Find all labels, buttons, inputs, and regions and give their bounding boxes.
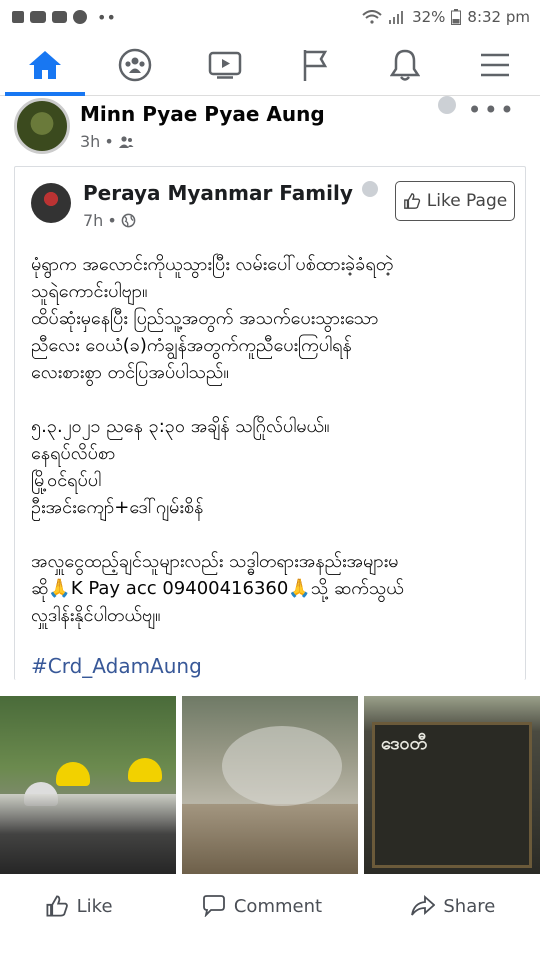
bell-icon	[390, 49, 420, 81]
share-label: Share	[443, 895, 496, 917]
verified-icon	[361, 181, 378, 197]
top-nav	[0, 34, 540, 96]
page-avatar[interactable]	[31, 183, 71, 223]
status-right: 32% 8:32 pm	[362, 8, 530, 26]
tab-notifications[interactable]	[375, 36, 435, 94]
shared-time[interactable]: 7h	[83, 211, 103, 230]
tab-pages[interactable]	[285, 36, 345, 94]
groups-icon	[118, 48, 152, 81]
post-text-paragraph-1: မုံရွာက အလောင်းကိုယူသွားပြီး လမ်းပေါ်ပစ်…	[31, 254, 394, 383]
status-bar: •• 32% 8:32 pm	[0, 0, 540, 34]
youtube-icon	[30, 11, 46, 23]
shared-time-row: 7h •	[83, 211, 378, 230]
thumbs-up-icon	[46, 895, 68, 917]
post-time[interactable]: 3h	[80, 132, 100, 151]
notification-icons: ••	[12, 8, 116, 27]
post-author[interactable]: Minn Pyae Pyae Aung	[80, 102, 325, 126]
shared-post: Peraya Myanmar Family 7h • Like Page မုံ…	[14, 166, 526, 680]
road-shape	[182, 804, 358, 874]
page-name[interactable]: Peraya Myanmar Family	[83, 181, 378, 205]
post-text-paragraph-2: ၅.၃.၂၀၂၁ ညနေ ၃:၃၀ အချိန် သဂြိုလ်ပါမယ်။ န…	[31, 416, 330, 518]
photo-3[interactable]: ဒေဝတီ	[364, 696, 540, 874]
dot-separator: •	[107, 211, 117, 230]
photo-grid: ဒေဝတီ	[0, 696, 540, 874]
friends-icon	[118, 135, 134, 148]
clock: 8:32 pm	[467, 8, 530, 26]
like-page-button[interactable]: Like Page	[395, 181, 515, 221]
post-body: မုံရွာက အလောင်းကိုယူသွားပြီး လမ်းပေါ်ပစ်…	[15, 237, 525, 680]
comment-icon	[202, 895, 225, 917]
flag-icon	[303, 49, 328, 81]
tab-watch[interactable]	[195, 36, 255, 94]
photo-1[interactable]	[0, 696, 176, 874]
like-button[interactable]: Like	[45, 894, 113, 918]
signal-icon	[389, 11, 404, 24]
post-text-paragraph-3: အလှူငွေထည့်ချင်သူများလည်း သဒ္ဓါတရားအနည်း…	[31, 551, 404, 626]
share-icon	[411, 895, 436, 916]
watch-icon	[208, 51, 242, 79]
post-actions: Like Comment Share	[0, 874, 540, 924]
battery-icon	[451, 9, 462, 25]
smoke-shape	[222, 726, 342, 806]
battery-percent: 32%	[412, 8, 446, 26]
shared-post-header: Peraya Myanmar Family 7h • Like Page	[15, 167, 525, 237]
wifi-icon	[362, 10, 382, 24]
dot-separator: •	[104, 132, 114, 151]
tab-groups[interactable]	[105, 36, 165, 94]
more-options-icon[interactable]: •••	[468, 96, 516, 124]
chalkboard: ဒေဝတီ	[372, 722, 532, 868]
page-name-text[interactable]: Peraya Myanmar Family	[83, 181, 353, 205]
more-notifications-icon: ••	[97, 7, 116, 27]
post-meta: Minn Pyae Pyae Aung 3h •	[80, 100, 325, 151]
comment-label: Comment	[233, 895, 323, 917]
photo-2[interactable]	[182, 696, 358, 874]
hashtag-link[interactable]: #Crd_AdamAung	[31, 653, 509, 680]
menu-icon	[481, 53, 509, 76]
helmet-shape	[128, 758, 162, 782]
like-label: Like	[76, 895, 113, 917]
crowd-shape	[0, 794, 176, 874]
like-page-label: Like Page	[426, 191, 508, 211]
thumbs-up-icon	[403, 193, 420, 209]
feed: Minn Pyae Pyae Aung 3h • ••• Peraya Myan…	[0, 96, 540, 924]
chalkboard-title: ဒေဝတီ	[381, 733, 428, 754]
home-icon	[29, 50, 61, 79]
tab-home[interactable]	[5, 36, 85, 96]
post-time-row: 3h •	[80, 132, 325, 151]
globe-icon	[121, 213, 136, 228]
tab-menu[interactable]	[465, 36, 525, 94]
share-button[interactable]: Share	[411, 895, 495, 917]
insights-icon[interactable]	[438, 96, 456, 114]
post-header: Minn Pyae Pyae Aung 3h • •••	[0, 96, 540, 166]
comment-button[interactable]: Comment	[202, 895, 322, 917]
app-notification-icon	[12, 11, 24, 23]
shared-meta: Peraya Myanmar Family 7h •	[83, 177, 378, 230]
helmet-shape	[56, 762, 90, 786]
avatar[interactable]	[14, 98, 70, 154]
messenger-icon	[73, 10, 87, 24]
mail-icon	[52, 11, 67, 23]
